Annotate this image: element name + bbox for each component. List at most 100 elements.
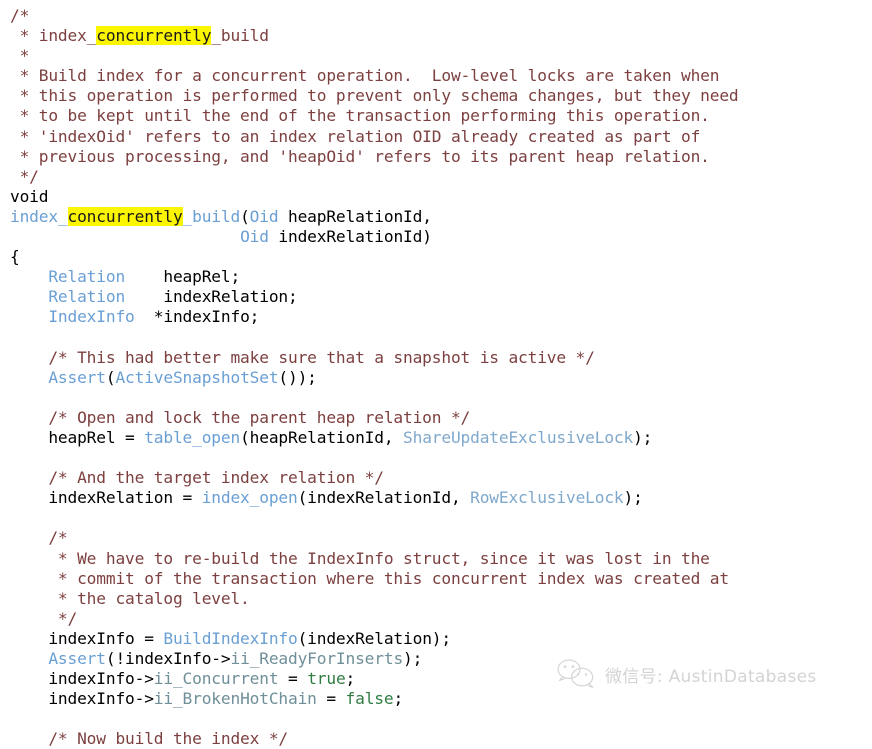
code-token: );: [403, 649, 423, 668]
code-token: IndexInfo: [48, 307, 135, 327]
code-token: (: [105, 367, 116, 387]
code-line: indexInfo->ii_Concurrent = true;: [10, 669, 872, 689]
code-line: Relation heapRel;: [10, 267, 872, 287]
code-token: ii_BrokenHotChain: [153, 689, 317, 709]
code-token: (indexRelationId,: [297, 488, 471, 508]
code-token: * We have to re-build the IndexInfo stru…: [10, 548, 710, 568]
code-line: /*: [10, 6, 872, 26]
code-token: indexInfo->: [10, 669, 154, 689]
code-token: indexInfo->: [10, 689, 154, 709]
code-token: heapRel;: [125, 267, 241, 287]
code-line: * index_concurrently_build: [10, 26, 872, 46]
code-line: */: [10, 609, 872, 629]
code-line: Assert(!indexInfo->ii_ReadyForInserts);: [10, 649, 872, 669]
code-token: (indexRelation);: [297, 628, 452, 648]
code-token: ii_Concurrent: [153, 669, 279, 689]
code-token: heapRelationId,: [278, 206, 432, 226]
code-token: * to be kept until the end of the transa…: [10, 106, 710, 126]
code-line: heapRel = table_open(heapRelationId, Sha…: [10, 428, 872, 448]
code-token: indexInfo =: [10, 628, 164, 648]
code-token: *: [10, 46, 30, 66]
code-token: =: [278, 669, 308, 689]
code-line: /*: [10, 528, 872, 548]
code-token: {: [10, 247, 20, 267]
code-token: * previous processing, and 'heapOid' ref…: [10, 146, 710, 166]
code-token: _build: [211, 26, 269, 46]
code-token: *indexInfo;: [134, 307, 260, 327]
code-line: * the catalog level.: [10, 589, 872, 609]
code-line: Oid indexRelationId): [10, 227, 872, 247]
code-token: Assert: [48, 649, 106, 668]
code-token: heapRel =: [10, 427, 145, 447]
code-token: Assert: [48, 367, 106, 387]
code-token: );: [623, 488, 643, 508]
code-token: Relation: [48, 287, 126, 307]
code-token: ());: [278, 367, 317, 387]
code-line: * to be kept until the end of the transa…: [10, 106, 872, 126]
code-token: (!indexInfo->: [105, 649, 231, 668]
code-line: /* This had better make sure that a snap…: [10, 348, 872, 368]
code-token: indexRelation =: [10, 488, 202, 508]
code-line: indexInfo = BuildIndexInfo(indexRelation…: [10, 629, 872, 649]
code-token: ActiveSnapshotSet: [115, 367, 279, 387]
code-token: /* This had better make sure that a snap…: [10, 347, 595, 367]
code-token: =: [316, 689, 346, 709]
code-line: Relation indexRelation;: [10, 287, 872, 307]
code-token: table_open: [144, 427, 241, 447]
code-token: BuildIndexInfo: [163, 628, 298, 648]
code-viewer[interactable]: /* * index_concurrently_build * * Build …: [0, 0, 872, 748]
code-line: * commit of the transaction where this c…: [10, 569, 872, 589]
code-token: Relation: [48, 267, 126, 287]
code-token: indexRelation;: [125, 287, 298, 307]
code-token: RowExclusiveLock: [470, 488, 624, 508]
highlighted-term: concurrently: [67, 206, 183, 226]
code-token: index_: [10, 206, 68, 226]
code-line: /* Now build the index */: [10, 729, 872, 749]
code-line: * this operation is performed to prevent…: [10, 86, 872, 106]
code-token: * index_: [10, 26, 97, 46]
code-line: IndexInfo *indexInfo;: [10, 307, 872, 327]
code-line: *: [10, 46, 872, 66]
code-token: */: [10, 608, 78, 628]
code-token: /*: [10, 6, 30, 25]
code-token: */: [10, 166, 39, 186]
code-line: * 'indexOid' refers to an index relation…: [10, 127, 872, 147]
code-line: Assert(ActiveSnapshotSet());: [10, 368, 872, 388]
code-token: true: [307, 669, 346, 689]
code-token: false: [345, 689, 394, 709]
highlighted-term: concurrently: [96, 26, 212, 46]
code-line: * Build index for a concurrent operation…: [10, 66, 872, 86]
code-line: {: [10, 247, 872, 267]
code-token: /* Open and lock the parent heap relatio…: [10, 407, 471, 427]
code-line: index_concurrently_build(Oid heapRelatio…: [10, 206, 872, 227]
code-token: (: [240, 206, 250, 226]
code-token: * the catalog level.: [10, 588, 250, 608]
code-token: );: [633, 427, 653, 447]
code-token: Oid: [240, 227, 269, 247]
code-token: /*: [10, 528, 68, 548]
code-line: indexInfo->ii_BrokenHotChain = false;: [10, 689, 872, 709]
code-token: /* And the target index relation */: [10, 468, 384, 488]
code-token: * 'indexOid' refers to an index relation…: [10, 126, 701, 146]
code-line: indexRelation = index_open(indexRelation…: [10, 488, 872, 508]
code-token: * commit of the transaction where this c…: [10, 568, 729, 588]
code-token: indexRelationId): [268, 227, 432, 247]
code-line: void: [10, 187, 872, 207]
code-token: ii_ReadyForInserts: [230, 649, 404, 668]
code-token: index_open: [201, 488, 298, 508]
code-token: * Build index for a concurrent operation…: [10, 66, 720, 86]
code-token: * this operation is performed to prevent…: [10, 86, 739, 106]
code-token: ;: [345, 669, 356, 689]
code-line: * We have to re-build the IndexInfo stru…: [10, 549, 872, 569]
